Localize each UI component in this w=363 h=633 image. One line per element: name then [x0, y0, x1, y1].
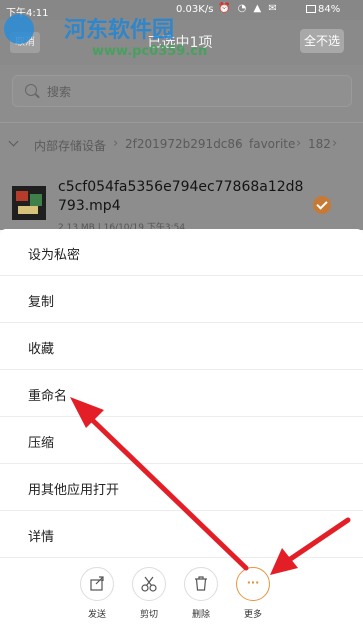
file-manager-screen: 下午4:11 0.03K/s ⏰ ◔ ▲ ✉ 84% 取消 已选中1项 全不选 …	[0, 0, 363, 633]
annotation-arrow-to-rename	[70, 397, 249, 571]
annotation-arrows	[70, 397, 351, 575]
annotation-arrow-to-more	[270, 517, 351, 575]
